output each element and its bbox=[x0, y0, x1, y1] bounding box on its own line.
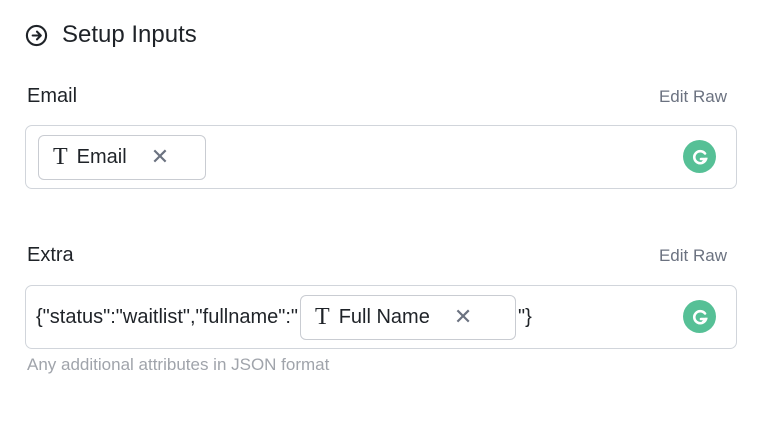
arrow-right-circle-icon bbox=[25, 24, 48, 46]
remove-chip-icon[interactable]: ✕ bbox=[151, 144, 169, 170]
email-variable-chip[interactable]: T Email ✕ bbox=[38, 134, 206, 180]
section-header: Setup Inputs bbox=[25, 20, 197, 50]
text-type-icon: T bbox=[315, 303, 330, 330]
extra-input[interactable]: {"status":"waitlist","fullname":" T Full… bbox=[25, 285, 737, 349]
chip-label: Email bbox=[76, 145, 127, 168]
grammarly-icon[interactable] bbox=[683, 300, 716, 333]
email-input[interactable]: T Email ✕ bbox=[25, 125, 737, 189]
remove-chip-icon[interactable]: ✕ bbox=[454, 304, 472, 330]
email-edit-raw-button[interactable]: Edit Raw bbox=[659, 87, 727, 107]
extra-edit-raw-button[interactable]: Edit Raw bbox=[659, 246, 727, 266]
chip-label: Full Name bbox=[338, 305, 430, 328]
grammarly-icon[interactable] bbox=[683, 140, 716, 173]
section-title: Setup Inputs bbox=[62, 21, 197, 48]
text-type-icon: T bbox=[53, 143, 68, 170]
fullname-variable-chip[interactable]: T Full Name ✕ bbox=[300, 294, 517, 340]
json-suffix: "} bbox=[518, 305, 532, 328]
extra-label: Extra bbox=[27, 244, 74, 266]
email-label: Email bbox=[27, 85, 78, 107]
extra-helper-text: Any additional attributes in JSON format bbox=[27, 355, 330, 374]
json-prefix: {"status":"waitlist","fullname":" bbox=[36, 305, 299, 328]
